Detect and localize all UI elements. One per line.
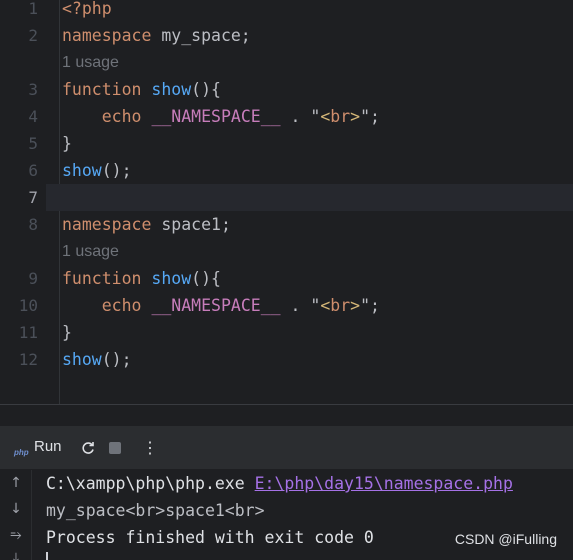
keyword: namespace bbox=[62, 26, 152, 45]
html-tag-bracket: > bbox=[350, 107, 361, 126]
function-name: show bbox=[151, 80, 192, 99]
console-cursor bbox=[46, 552, 48, 560]
code-text: "; bbox=[360, 296, 380, 315]
soft-wrap-icon[interactable]: ⥱ bbox=[8, 527, 24, 543]
arrow-up-icon[interactable]: ↑ bbox=[8, 475, 24, 491]
keyword: echo bbox=[101, 107, 142, 126]
line-number: 1 bbox=[28, 0, 38, 18]
console-line: Process finished with exit code 0 bbox=[46, 528, 374, 547]
console-command: C:\xampp\php\php.exe bbox=[46, 474, 255, 493]
line-number: 4 bbox=[28, 107, 38, 126]
keyword: function bbox=[62, 80, 142, 99]
line-number: 3 bbox=[28, 80, 38, 99]
code-line[interactable]: show(); bbox=[62, 346, 132, 373]
html-tag-name: br bbox=[330, 296, 351, 315]
code-line[interactable]: } bbox=[62, 130, 72, 157]
code-line[interactable]: namespace space1; bbox=[62, 211, 231, 238]
line-number: 6 bbox=[28, 161, 38, 180]
keyword: function bbox=[62, 269, 142, 288]
script-path-link[interactable]: E:\php\day15\namespace.php bbox=[255, 474, 513, 493]
code-text: (); bbox=[101, 350, 132, 369]
line-number-gutter: 1 2 3 4 5 6 7 8 9 10 11 12 bbox=[0, 0, 46, 404]
magic-constant: __NAMESPACE__ bbox=[151, 296, 281, 315]
code-text: . " bbox=[280, 296, 321, 315]
code-text: } bbox=[62, 134, 72, 153]
html-tag-bracket: < bbox=[320, 296, 331, 315]
more-vertical-icon[interactable]: ⋮ bbox=[142, 438, 158, 458]
stop-icon[interactable] bbox=[109, 442, 121, 454]
code-text: (); bbox=[101, 161, 132, 180]
code-line[interactable]: } bbox=[62, 319, 72, 346]
usage-hint[interactable]: 1 usage bbox=[62, 238, 119, 265]
html-tag-name: br bbox=[330, 107, 351, 126]
run-tab[interactable]: Run bbox=[34, 438, 62, 455]
panel-splitter[interactable] bbox=[0, 404, 573, 426]
line-number: 2 bbox=[28, 26, 38, 45]
arrow-down-icon[interactable]: ↓ bbox=[8, 501, 24, 517]
current-line-highlight bbox=[46, 184, 573, 211]
php-open-tag: <?php bbox=[62, 0, 112, 18]
line-number-current: 7 bbox=[28, 188, 38, 207]
console-line: my_space<br>space1<br> bbox=[46, 501, 265, 520]
code-text: my_space; bbox=[151, 26, 251, 45]
line-number: 11 bbox=[18, 323, 38, 342]
html-tag-bracket: < bbox=[320, 107, 331, 126]
line-number: 12 bbox=[18, 350, 38, 369]
code-line[interactable]: echo __NAMESPACE__ . "<br>"; bbox=[62, 292, 380, 319]
code-text: . " bbox=[280, 107, 321, 126]
usage-hint[interactable]: 1 usage bbox=[62, 49, 119, 76]
code-text: (){ bbox=[191, 80, 221, 99]
code-line[interactable]: show(); bbox=[62, 157, 132, 184]
console-line: C:\xampp\php\php.exe E:\php\day15\namesp… bbox=[46, 470, 513, 497]
line-number: 8 bbox=[28, 215, 38, 234]
php-icon: php bbox=[14, 448, 29, 457]
code-text: } bbox=[62, 323, 72, 342]
function-call: show bbox=[62, 350, 102, 369]
code-text: "; bbox=[360, 107, 380, 126]
watermark: CSDN @iFulling bbox=[454, 531, 557, 547]
line-number: 9 bbox=[28, 269, 38, 288]
html-tag-bracket: > bbox=[350, 296, 361, 315]
function-call: show bbox=[62, 161, 102, 180]
console-side-rail: ↑ ↓ ⥱ ⤓ bbox=[0, 470, 32, 560]
line-number: 5 bbox=[28, 134, 38, 153]
keyword: echo bbox=[101, 296, 142, 315]
code-line[interactable]: function show(){ bbox=[62, 76, 221, 103]
code-line[interactable]: echo __NAMESPACE__ . "<br>"; bbox=[62, 103, 380, 130]
rerun-icon[interactable] bbox=[80, 440, 96, 456]
code-line[interactable]: namespace my_space; bbox=[62, 22, 251, 49]
keyword: namespace bbox=[62, 215, 152, 234]
line-number: 10 bbox=[18, 296, 38, 315]
code-editor[interactable]: 1 2 3 4 5 6 7 8 9 10 11 12 <?php namespa… bbox=[0, 0, 573, 404]
scroll-to-end-icon[interactable]: ⤓ bbox=[8, 550, 24, 560]
code-line[interactable]: <?php bbox=[62, 0, 112, 22]
function-name: show bbox=[151, 269, 192, 288]
code-text: space1; bbox=[151, 215, 231, 234]
code-text: (){ bbox=[191, 269, 221, 288]
magic-constant: __NAMESPACE__ bbox=[151, 107, 281, 126]
code-line[interactable]: function show(){ bbox=[62, 265, 221, 292]
